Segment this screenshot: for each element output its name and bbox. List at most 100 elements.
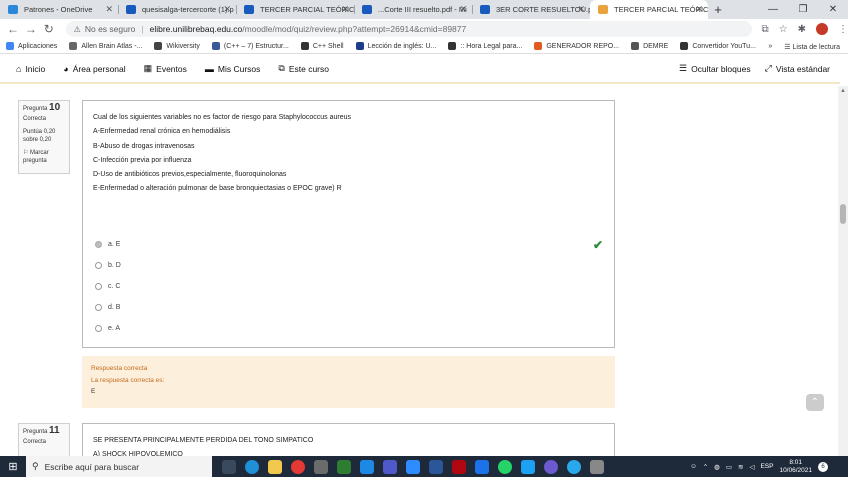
notifications-badge[interactable]: 6 [818, 461, 828, 472]
translate-icon[interactable]: ⧉ [762, 24, 769, 35]
nav-home[interactable]: ⌂ Inicio [16, 64, 45, 74]
hide-blocks-button[interactable]: ☰ Ocultar bloques [679, 63, 751, 74]
back-button[interactable]: ← [4, 22, 22, 36]
bookmark-favicon-icon [355, 42, 364, 50]
warning-icon: ⚠ [73, 24, 81, 34]
question-box-11: SE PRESENTA PRINCIPALMENTE PERDIDA DEL T… [82, 423, 615, 456]
twitter-icon[interactable] [521, 459, 535, 474]
windows-start-icon[interactable]: ⊞ [0, 460, 26, 473]
radio-button[interactable] [95, 325, 102, 332]
reading-list-link[interactable]: ☰ Lista de lectura [784, 43, 840, 51]
clock[interactable]: 8:01 10/06/2021 [779, 459, 812, 475]
bookmark-item[interactable]: DEMRE [631, 42, 668, 50]
page-scrollbar[interactable]: ▲ [838, 86, 848, 456]
profile-avatar[interactable] [816, 23, 828, 35]
browser-tab[interactable]: Patrones - OneDrive ✕ [0, 0, 118, 19]
network-icon[interactable]: ◍ [714, 463, 720, 471]
search-icon: ⚲ [32, 461, 39, 471]
telegram-icon[interactable] [567, 459, 581, 474]
zoom-icon[interactable] [406, 459, 420, 474]
radio-button[interactable] [95, 304, 102, 311]
answer-option[interactable]: d. B [95, 297, 121, 318]
taskbar-search[interactable]: ⚲ Escribe aquí para buscar [26, 456, 212, 477]
bookmark-item[interactable]: Aplicaciones [6, 42, 57, 50]
close-tab-icon[interactable]: ✕ [105, 4, 113, 15]
battery-icon[interactable]: ▭ [726, 463, 732, 471]
browser-tab[interactable]: TERCER PARCIAL TEÓRICO ✕ [236, 0, 354, 19]
bookmark-item[interactable]: Lección de inglés: U... [355, 42, 436, 50]
nav-courses-label: Mis Cursos [217, 63, 261, 74]
app-icon[interactable] [590, 459, 604, 474]
app-icon[interactable] [337, 459, 351, 474]
netflix-icon[interactable] [452, 459, 466, 474]
standard-view-button[interactable]: ⤢ Vista estándar [765, 63, 830, 74]
question-status: Correcta [23, 116, 47, 122]
tab-favicon-icon [244, 5, 254, 14]
maximize-button[interactable]: ❐ [788, 0, 818, 19]
question-label: Pregunta 10 [23, 103, 65, 113]
chrome-icon[interactable] [291, 459, 305, 474]
navbar-right: ☰ Ocultar bloques ⤢ Vista estándar [679, 55, 830, 82]
answer-option[interactable]: a. E [95, 234, 121, 255]
wifi-icon[interactable]: ≋ [738, 463, 743, 471]
radio-button[interactable] [95, 262, 102, 269]
edge-icon[interactable] [245, 459, 259, 474]
minimize-button[interactable]: — [758, 0, 788, 19]
close-tab-icon[interactable]: ✕ [577, 4, 585, 15]
bookmark-item[interactable]: Wikiversity [154, 42, 200, 50]
close-window-button[interactable]: ✕ [818, 0, 848, 19]
teams-icon[interactable] [383, 459, 397, 474]
browser-tab[interactable]: 3ER CORTE RESUELTOU.pdf ✕ [472, 0, 590, 19]
nav-my-courses[interactable]: ▬ Mis Cursos [205, 64, 261, 74]
app-icon[interactable] [544, 459, 558, 474]
volume-icon[interactable]: ◁ [749, 463, 754, 471]
url-omnibox[interactable]: ⚠ No es seguro | elibre.unilibrebaq.edu.… [65, 21, 752, 37]
browser-tab[interactable]: ...Corte III resuelto.pdf - Mi ✕ [354, 0, 472, 19]
sitemap-icon: ⧉ [278, 63, 285, 73]
people-icon[interactable]: ☺ [690, 463, 697, 470]
browser-tab[interactable]: TERCER PARCIAL TEÓRICO ✕ [590, 0, 708, 19]
flag-question-link[interactable]: ⚐ Marcar pregunta [23, 149, 65, 165]
new-tab-button[interactable]: + [708, 0, 728, 19]
bookmarks-more-icon[interactable]: » [768, 43, 772, 50]
menu-kebab-icon[interactable]: ⋮ [838, 24, 848, 35]
close-tab-icon[interactable]: ✕ [695, 4, 703, 15]
forward-button[interactable]: → [22, 22, 40, 36]
bookmark-item[interactable]: (C++ – 7) Estructur... [211, 42, 289, 50]
scroll-up-icon[interactable]: ▲ [840, 88, 846, 94]
file-explorer-icon[interactable] [268, 459, 282, 474]
whatsapp-icon[interactable] [498, 459, 512, 474]
scroll-to-top-button[interactable]: ⌃ [806, 394, 824, 411]
nav-this-course[interactable]: ⧉ Este curso [278, 63, 329, 74]
mail-icon[interactable] [360, 459, 374, 474]
nav-events[interactable]: ▦ Eventos [144, 63, 187, 74]
radio-button[interactable] [95, 241, 102, 248]
bookmark-star-icon[interactable]: ☆ [779, 24, 788, 35]
system-tray: ☺ ⌃ ◍ ▭ ≋ ◁ ESP 8:01 10/06/2021 6 [690, 456, 828, 477]
word-icon[interactable] [429, 459, 443, 474]
close-tab-icon[interactable]: ✕ [459, 4, 467, 15]
chevron-up-icon[interactable]: ⌃ [703, 463, 708, 471]
reload-button[interactable]: ↻ [40, 22, 58, 36]
bookmark-item[interactable]: C++ Shell [300, 42, 344, 50]
scrollbar-thumb[interactable] [840, 204, 846, 224]
language-indicator[interactable]: ESP [760, 463, 773, 470]
bookmark-item[interactable]: Convertidor YouTu... [680, 42, 756, 50]
answer-option[interactable]: e. A [95, 318, 121, 339]
close-tab-icon[interactable]: ✕ [341, 4, 349, 15]
answer-option[interactable]: b. D [95, 255, 121, 276]
answer-option[interactable]: c. C [95, 276, 121, 297]
browser-tab[interactable]: quesisalga-tercercorte (1).p ✕ [118, 0, 236, 19]
close-tab-icon[interactable]: ✕ [223, 4, 231, 15]
bookmark-item[interactable]: Allen Brain Atlas -... [69, 42, 142, 50]
store-icon[interactable] [314, 459, 328, 474]
radio-button[interactable] [95, 283, 102, 290]
calendar-icon: ▦ [143, 63, 153, 73]
extensions-icon[interactable]: ✱ [798, 24, 806, 35]
bookmark-favicon-icon [69, 42, 78, 50]
bookmark-item[interactable]: :: Hora Legal para... [448, 42, 522, 50]
app-icon[interactable] [475, 459, 489, 474]
nav-personal-area[interactable]: ◕ Área personal [63, 64, 125, 74]
bookmark-item[interactable]: GENERADOR REPO... [534, 42, 619, 50]
task-view-icon[interactable] [222, 459, 236, 474]
